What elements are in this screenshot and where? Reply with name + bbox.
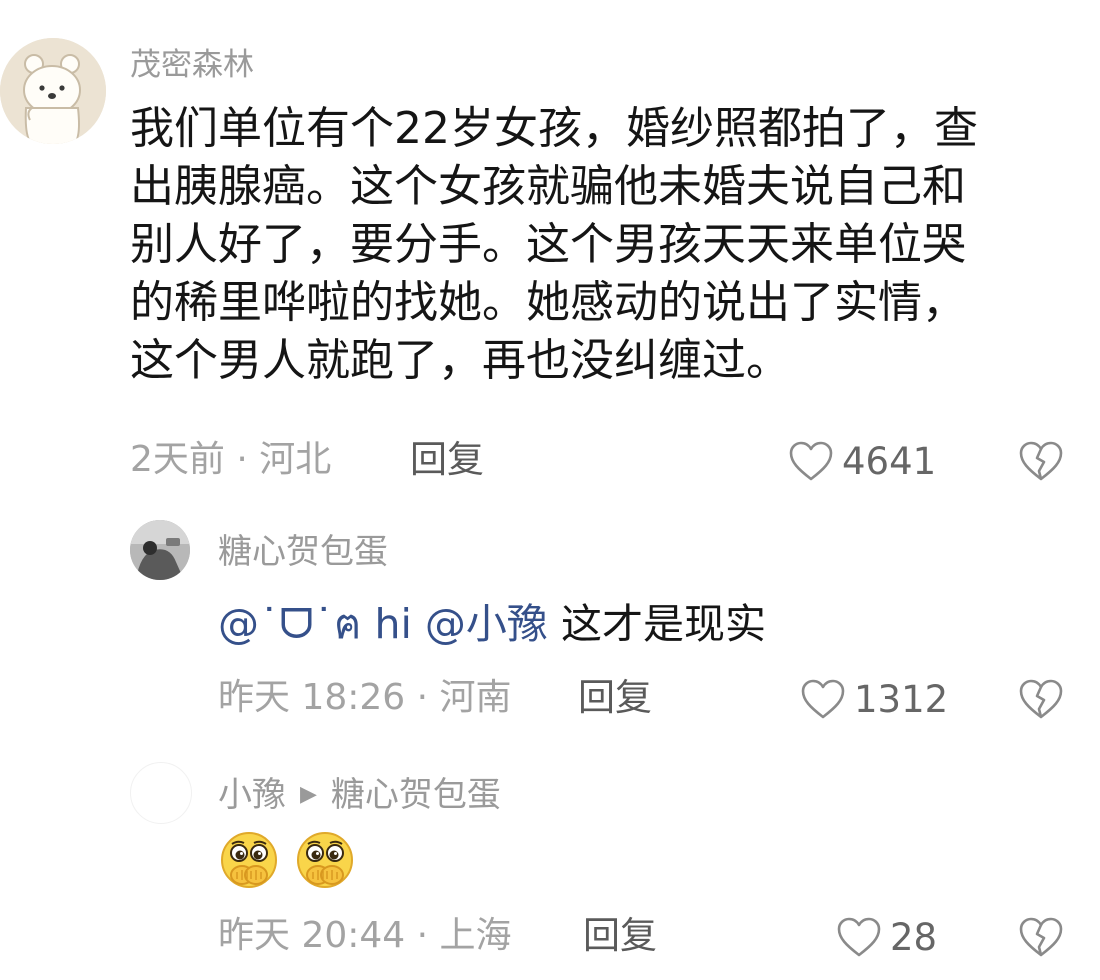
hands-over-mouth-emoji-icon	[221, 832, 277, 888]
comment-time-location: 2天前 · 河北	[130, 439, 332, 480]
reply-button[interactable]: 回复	[410, 441, 484, 478]
reply-username[interactable]: 小豫	[218, 778, 286, 812]
photo-avatar-icon	[130, 520, 190, 580]
broken-heart-icon	[1019, 679, 1063, 719]
heart-outline-icon	[801, 679, 845, 719]
reply-button[interactable]: 回复	[583, 917, 657, 954]
hands-over-mouth-emoji-icon	[297, 832, 353, 888]
like-count: 1312	[854, 677, 949, 721]
reply-time-location: 昨天 18:26 · 河南	[218, 677, 512, 718]
reply-text-content: 这才是现实	[560, 600, 766, 648]
like-count: 28	[890, 915, 938, 959]
reply-text: @˙ᗜ˙ฅ hi @小豫 这才是现实	[218, 598, 766, 650]
broken-heart-icon	[1019, 917, 1063, 957]
like-count: 4641	[842, 439, 937, 483]
bear-avatar-icon	[0, 38, 106, 144]
reply-button[interactable]: 回复	[578, 679, 652, 716]
like-button[interactable]: 28	[836, 916, 937, 958]
dislike-button[interactable]	[1018, 678, 1064, 724]
dislike-button[interactable]	[1018, 916, 1064, 962]
like-button[interactable]: 1312	[800, 678, 948, 720]
mention-link[interactable]: @小豫	[425, 600, 548, 648]
reply-time-location: 昨天 20:44 · 上海	[218, 915, 512, 956]
avatar[interactable]	[130, 520, 190, 580]
comment-username[interactable]: 茂密森林	[130, 50, 254, 81]
comment-text: 我们单位有个22岁女孩，婚纱照都拍了，查 出胰腺癌。这个女孩就骗他未婚夫说自己和…	[130, 103, 978, 386]
broken-heart-icon	[1019, 441, 1063, 481]
reply-emoji-row	[218, 830, 356, 892]
triangle-right-icon: ▶	[300, 782, 317, 807]
avatar[interactable]	[130, 762, 192, 824]
like-button[interactable]: 4641	[788, 440, 936, 482]
mention-link[interactable]: @˙ᗜ˙ฅ hi	[218, 600, 412, 648]
reply-header: 小豫 ▶ 糖心贺包蛋	[218, 778, 501, 812]
heart-outline-icon	[837, 917, 881, 957]
avatar[interactable]	[0, 38, 106, 144]
heart-outline-icon	[789, 441, 833, 481]
reply-to-username[interactable]: 糖心贺包蛋	[331, 778, 501, 812]
dislike-button[interactable]	[1018, 440, 1064, 486]
reply-username[interactable]: 糖心贺包蛋	[218, 535, 388, 569]
